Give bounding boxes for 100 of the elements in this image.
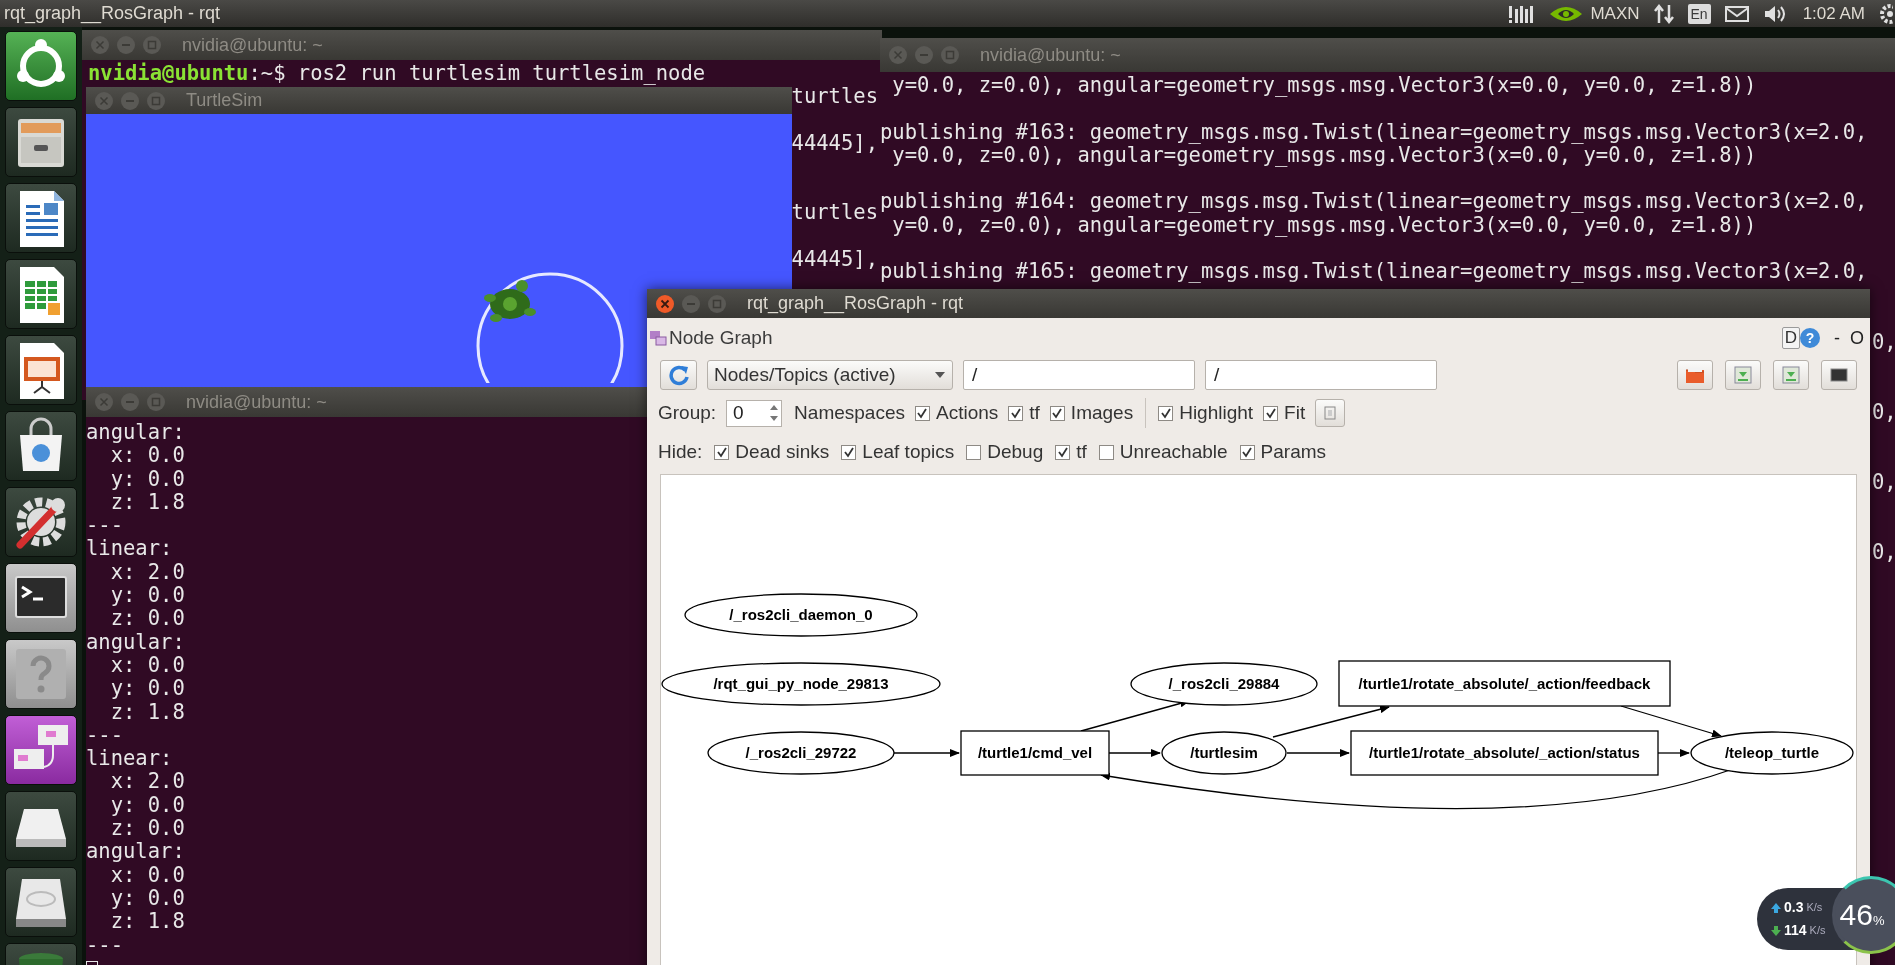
terminal-text: y: 0.0 <box>109 584 185 608</box>
node-ellipse[interactable] <box>1130 662 1318 706</box>
node-ellipse[interactable] <box>684 593 918 637</box>
settings-icon[interactable] <box>1879 2 1893 25</box>
terminal-text: publishing #165: geometry_msgs.msg.Twist(linear=geometry_msgs.msg.Vector3(x=2.0, <box>880 260 1868 284</box>
filter-field[interactable]: / <box>963 360 1195 390</box>
checkbox[interactable] <box>1049 405 1065 421</box>
mail-icon[interactable] <box>1724 4 1749 23</box>
percent-sign: % <box>1872 912 1885 930</box>
checkbox-label: Leaf topics <box>862 439 955 464</box>
terminal-text: turtles <box>791 201 878 225</box>
terminal-text: publishing #164: geometry_msgs.msg.Twist(linear=geometry_msgs.msg.Vector3(x=2.0, <box>880 190 1868 214</box>
save-svg-button[interactable] <box>1773 360 1809 390</box>
terminal-text: --- <box>86 723 124 748</box>
mode-dropdown[interactable]: Nodes/Topics (active) <box>707 360 953 390</box>
checkbox[interactable] <box>1239 444 1255 460</box>
terminal-text: publishing #163: geometry_msgs.msg.Twist(linear=geometry_msgs.msg.Vector3(x=2.0, <box>880 120 1868 144</box>
window-title: nvidia@ubuntu: ~ <box>980 43 1121 67</box>
graph-edge <box>1286 749 1350 757</box>
power-mode-label[interactable]: MAXN <box>1590 0 1640 27</box>
checkbox-label: Actions <box>936 400 999 425</box>
group-spinbox[interactable]: 0 <box>726 399 783 427</box>
checkbox[interactable] <box>1263 405 1279 421</box>
open-button[interactable] <box>1677 360 1713 390</box>
save-image-icon <box>1732 364 1754 386</box>
checkbox[interactable] <box>966 444 982 460</box>
checkbox-label: Unreachable <box>1119 439 1228 464</box>
terminal-text: angular: <box>86 630 185 654</box>
topic-box[interactable] <box>960 730 1110 776</box>
graph-edge <box>893 749 960 757</box>
terminal-text: angular: <box>86 421 185 445</box>
caret-icon <box>934 371 946 379</box>
checkbox[interactable] <box>841 444 857 460</box>
field-label: Namespaces <box>794 400 905 425</box>
help-button[interactable]: ? <box>1800 328 1820 348</box>
restore-button[interactable]: O <box>1850 324 1864 352</box>
terminal-text: x: 2.0 <box>109 560 185 585</box>
terminal-text: --- <box>86 514 124 538</box>
plugin-title: Node Graph <box>669 325 773 350</box>
node-ellipse[interactable] <box>707 731 895 775</box>
terminal-text: x: 0.0 <box>109 863 185 887</box>
node-label: /turtle1/cmd_vel <box>977 744 1093 761</box>
checkbox-label: Fit <box>1284 400 1306 425</box>
terminal-text: linear: <box>86 747 173 771</box>
checkbox[interactable] <box>1158 405 1174 421</box>
fit-icon <box>1323 406 1338 420</box>
terminal-text: y: 0.0 <box>109 677 185 701</box>
load-percent: 46 <box>1839 900 1873 930</box>
terminal-text: y=0.0, z=0.0), angular=geometry_msgs.msg.Vector3(x=0.0, y=0.0, z=1.8)) <box>892 143 1757 168</box>
topic-box[interactable] <box>1350 730 1659 776</box>
node-label: /turtle1/rotate_absolute/_action/feedback <box>1358 674 1651 692</box>
topic-box[interactable] <box>1338 660 1671 707</box>
speed-unit: K/s <box>1806 900 1823 916</box>
filter-field[interactable]: / <box>1205 360 1437 390</box>
node-label: /_ros2cli_29884 <box>1168 675 1280 692</box>
debug-button[interactable]: D <box>1781 327 1800 349</box>
terminal-text: y: 0.0 <box>109 886 185 911</box>
close-icon[interactable] <box>655 293 675 314</box>
minimize-button[interactable]: - <box>1834 324 1840 352</box>
terminal-text: y=0.0, z=0.0), angular=geometry_msgs.msg.Vector3(x=0.0, y=0.0, z=1.8)) <box>891 213 1757 238</box>
node-ellipse[interactable] <box>1161 731 1287 775</box>
checkbox[interactable] <box>1055 444 1071 460</box>
graph-edge <box>1108 749 1161 757</box>
speed-unit: K/s <box>1809 923 1826 939</box>
terminal-text: 44445], <box>791 131 878 155</box>
checkbox-label: Highlight <box>1179 400 1254 425</box>
window-title: nvidia@ubuntu: ~ <box>186 390 327 414</box>
refresh-icon <box>667 364 690 386</box>
node-ellipse[interactable] <box>1690 731 1854 775</box>
field-label: Hide: <box>658 439 703 464</box>
checkbox[interactable] <box>1008 405 1024 421</box>
save-image-icon <box>1780 364 1802 386</box>
terminal-text: --- <box>86 933 124 957</box>
checkbox-label: tf <box>1076 439 1087 464</box>
checkbox[interactable] <box>714 444 730 460</box>
download-arrow-icon <box>1771 925 1781 936</box>
terminal-text: linear: <box>86 537 173 561</box>
graph-edge <box>1657 749 1690 757</box>
keyboard-layout-indicator[interactable]: En <box>1687 3 1711 24</box>
checkbox-label: Images <box>1070 400 1134 425</box>
terminal-text: y=0.0, z=0.0), angular=geometry_msgs.msg.Vector3(x=0.0, y=0.0, z=1.8)) <box>891 74 1757 98</box>
window-title: TurtleSim <box>186 89 263 112</box>
terminal-text: x: 2.0 <box>109 770 185 794</box>
upload-speed: 0.3 <box>1784 898 1804 917</box>
transfer-arrows-icon[interactable] <box>1653 2 1674 25</box>
terminal-text: angular: <box>86 840 185 864</box>
node-label: /_ros2cli_29722 <box>745 744 857 761</box>
checkbox-label: Dead sinks <box>735 439 830 464</box>
clock[interactable]: 1:02 AM <box>1802 0 1865 27</box>
checkbox[interactable] <box>915 405 930 421</box>
terminal-text: 0, <box>1872 540 1895 564</box>
node-ellipse[interactable] <box>661 662 941 706</box>
save-dot-button[interactable] <box>1725 360 1761 390</box>
node-label: /rqt_gui_py_node_29813 <box>713 675 889 692</box>
screenshot-button[interactable] <box>1821 360 1857 390</box>
checkbox[interactable] <box>1098 444 1114 460</box>
refresh-button[interactable] <box>660 360 697 390</box>
upload-arrow-icon <box>1771 902 1781 913</box>
plugin-icon <box>649 329 667 347</box>
command-line: nvidia@ubuntu:~$ ros2 run turtlesim turtlesim_node <box>88 62 706 86</box>
